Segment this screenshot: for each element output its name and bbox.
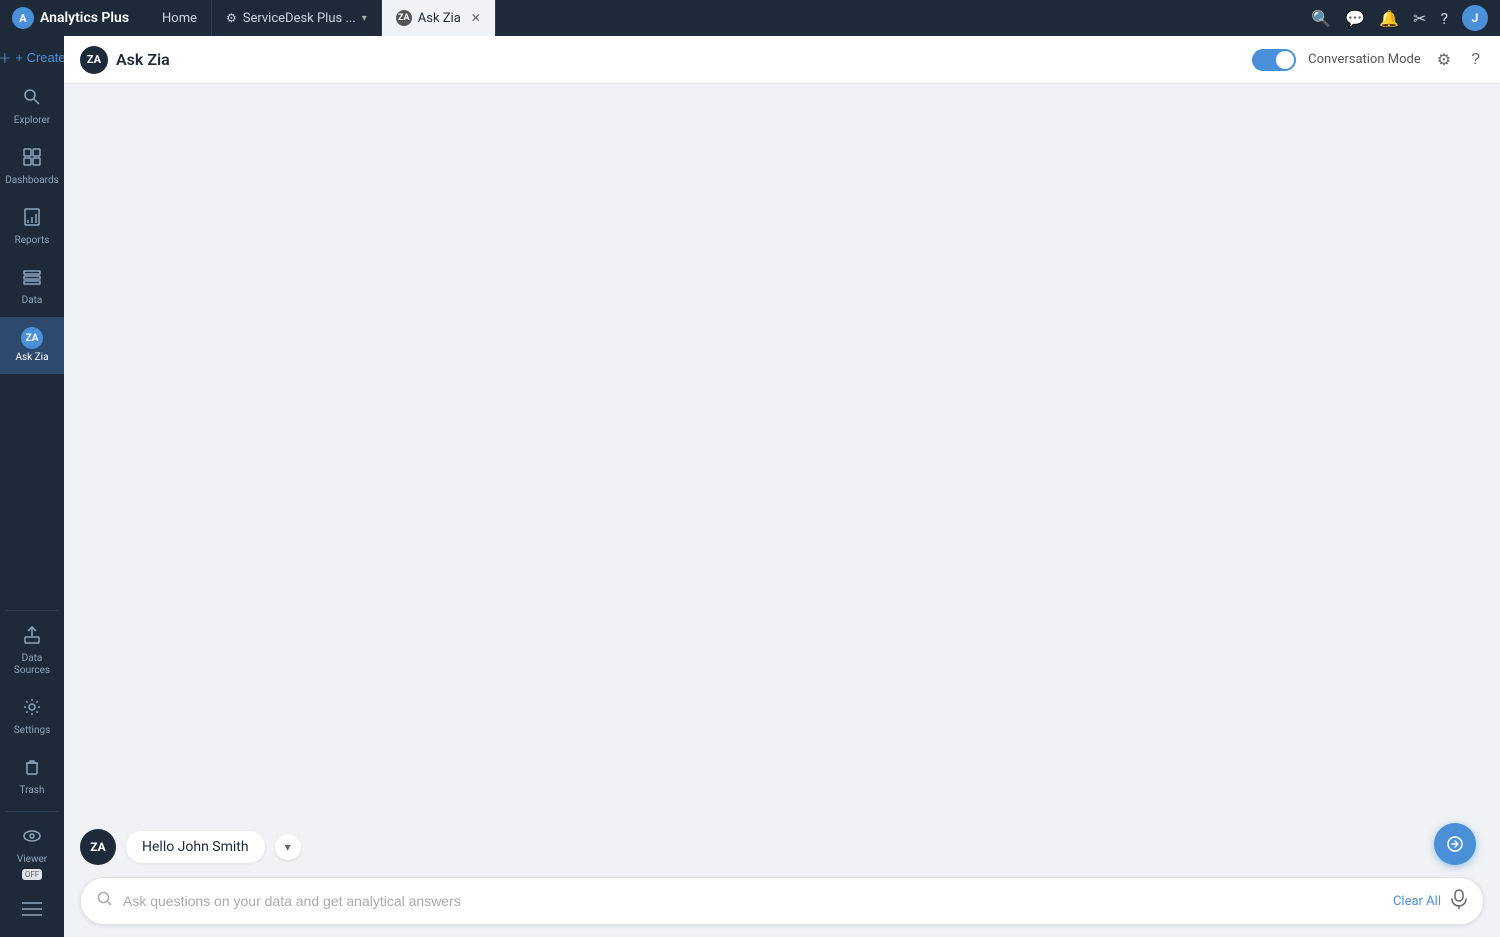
header-settings-button[interactable]: ⚙ <box>1433 46 1455 74</box>
askzia-label: Ask Zia <box>15 352 48 364</box>
tab-servicedesk[interactable]: ⚙ ServiceDesk Plus ... ▾ <box>212 0 382 36</box>
topbar-actions: 🔍 💬 🔔 ✂ ? J <box>1299 5 1500 31</box>
create-plus-icon: ＋ <box>0 48 11 67</box>
greeting-chevron-button[interactable]: ▾ <box>275 834 301 860</box>
chat-search-icon <box>97 891 113 911</box>
topbar-tabs: Home ⚙ ServiceDesk Plus ... ▾ ZA Ask Zia… <box>148 0 1299 36</box>
trash-icon <box>22 757 42 782</box>
reports-label: Reports <box>15 235 50 247</box>
home-tab-label: Home <box>162 11 197 26</box>
scissors-icon[interactable]: ✂ <box>1413 9 1426 28</box>
app-logo-icon: A <box>12 7 34 29</box>
send-fab-button[interactable] <box>1434 823 1476 865</box>
data-label: Data <box>22 295 43 307</box>
askzia-tab-close[interactable]: ✕ <box>471 11 481 25</box>
askzia-tab-label: Ask Zia <box>418 11 461 26</box>
settings-icon <box>22 697 42 722</box>
sidebar-item-settings[interactable]: Settings <box>0 687 64 747</box>
sidebar-item-askzia[interactable]: ZA Ask Zia <box>0 317 64 374</box>
sidebar-bottom: Data Sources Settings Trash Viewer <box>0 606 64 931</box>
content-header: ZA Ask Zia Conversation Mode ⚙ ? <box>64 36 1500 84</box>
askzia-icon: ZA <box>21 327 43 349</box>
sidebar-item-menu[interactable] <box>0 890 64 931</box>
content-title: ZA Ask Zia <box>80 46 170 74</box>
tab-home[interactable]: Home <box>148 0 212 36</box>
sidebar-item-datasources[interactable]: Data Sources <box>0 615 64 687</box>
viewer-icon <box>22 826 42 851</box>
settings-label: Settings <box>14 725 51 737</box>
explorer-icon <box>22 87 42 112</box>
greeting-bubble: ZA Hello John Smith ▾ <box>80 829 1484 865</box>
chat-input-field[interactable] <box>123 893 1393 909</box>
sidebar-item-reports[interactable]: Reports <box>0 197 64 257</box>
header-help-button[interactable]: ? <box>1467 47 1484 73</box>
sidebar: ＋ + Create Explorer Dashboards Reports <box>0 36 64 937</box>
sidebar-item-explorer[interactable]: Explorer <box>0 77 64 137</box>
help-icon[interactable]: ? <box>1440 9 1448 28</box>
chat-input-bar: Clear All <box>80 877 1484 925</box>
mic-icon[interactable] <box>1451 889 1467 913</box>
viewer-label: Viewer <box>17 854 47 866</box>
datasources-icon <box>22 625 42 650</box>
chat-bottom: ZA Hello John Smith ▾ Clear All <box>64 829 1500 937</box>
header-right: Conversation Mode ⚙ ? <box>1252 46 1484 74</box>
hamburger-icon <box>22 900 42 921</box>
user-avatar[interactable]: J <box>1462 5 1488 31</box>
sidebar-item-data[interactable]: Data <box>0 257 64 317</box>
servicedesk-tab-label: ServiceDesk Plus ... <box>243 11 356 26</box>
bell-icon[interactable]: 🔔 <box>1379 9 1399 28</box>
create-label: + Create <box>15 50 65 65</box>
servicedesk-dropdown-icon[interactable]: ▾ <box>362 13 367 24</box>
askzia-tab-icon: ZA <box>396 10 412 26</box>
chat-area <box>64 84 1500 829</box>
data-icon <box>22 267 42 292</box>
main-layout: ＋ + Create Explorer Dashboards Reports <box>0 36 1500 937</box>
dashboards-icon <box>22 147 42 172</box>
sidebar-divider-1 <box>6 610 57 611</box>
sidebar-item-dashboards[interactable]: Dashboards <box>0 137 64 197</box>
app-name: Analytics Plus <box>40 10 129 26</box>
reports-icon <box>22 207 42 232</box>
zia-header-icon: ZA <box>80 46 108 74</box>
sidebar-divider-2 <box>6 811 57 812</box>
servicedesk-tab-icon: ⚙ <box>226 11 237 25</box>
topbar: A Analytics Plus Home ⚙ ServiceDesk Plus… <box>0 0 1500 36</box>
zia-avatar: ZA <box>80 829 116 865</box>
sidebar-item-trash[interactable]: Trash <box>0 747 64 807</box>
dashboards-label: Dashboards <box>5 175 59 187</box>
tab-askzia[interactable]: ZA Ask Zia ✕ <box>382 0 496 36</box>
clear-all-button[interactable]: Clear All <box>1393 894 1441 909</box>
explorer-label: Explorer <box>14 115 50 127</box>
content-area: ZA Ask Zia Conversation Mode ⚙ ? ZA <box>64 36 1500 937</box>
conversation-mode-toggle[interactable] <box>1252 49 1296 71</box>
viewer-badge: OFF <box>22 869 42 880</box>
sidebar-item-viewer[interactable]: Viewer OFF <box>0 816 64 890</box>
page-title: Ask Zia <box>116 50 170 69</box>
trash-label: Trash <box>20 785 45 797</box>
datasources-label: Data Sources <box>4 653 60 677</box>
greeting-text: Hello John Smith <box>126 831 265 863</box>
conversation-mode-label: Conversation Mode <box>1308 52 1421 67</box>
search-icon[interactable]: 🔍 <box>1311 9 1331 28</box>
chat-icon[interactable]: 💬 <box>1345 9 1365 28</box>
app-logo: A Analytics Plus <box>0 0 148 36</box>
